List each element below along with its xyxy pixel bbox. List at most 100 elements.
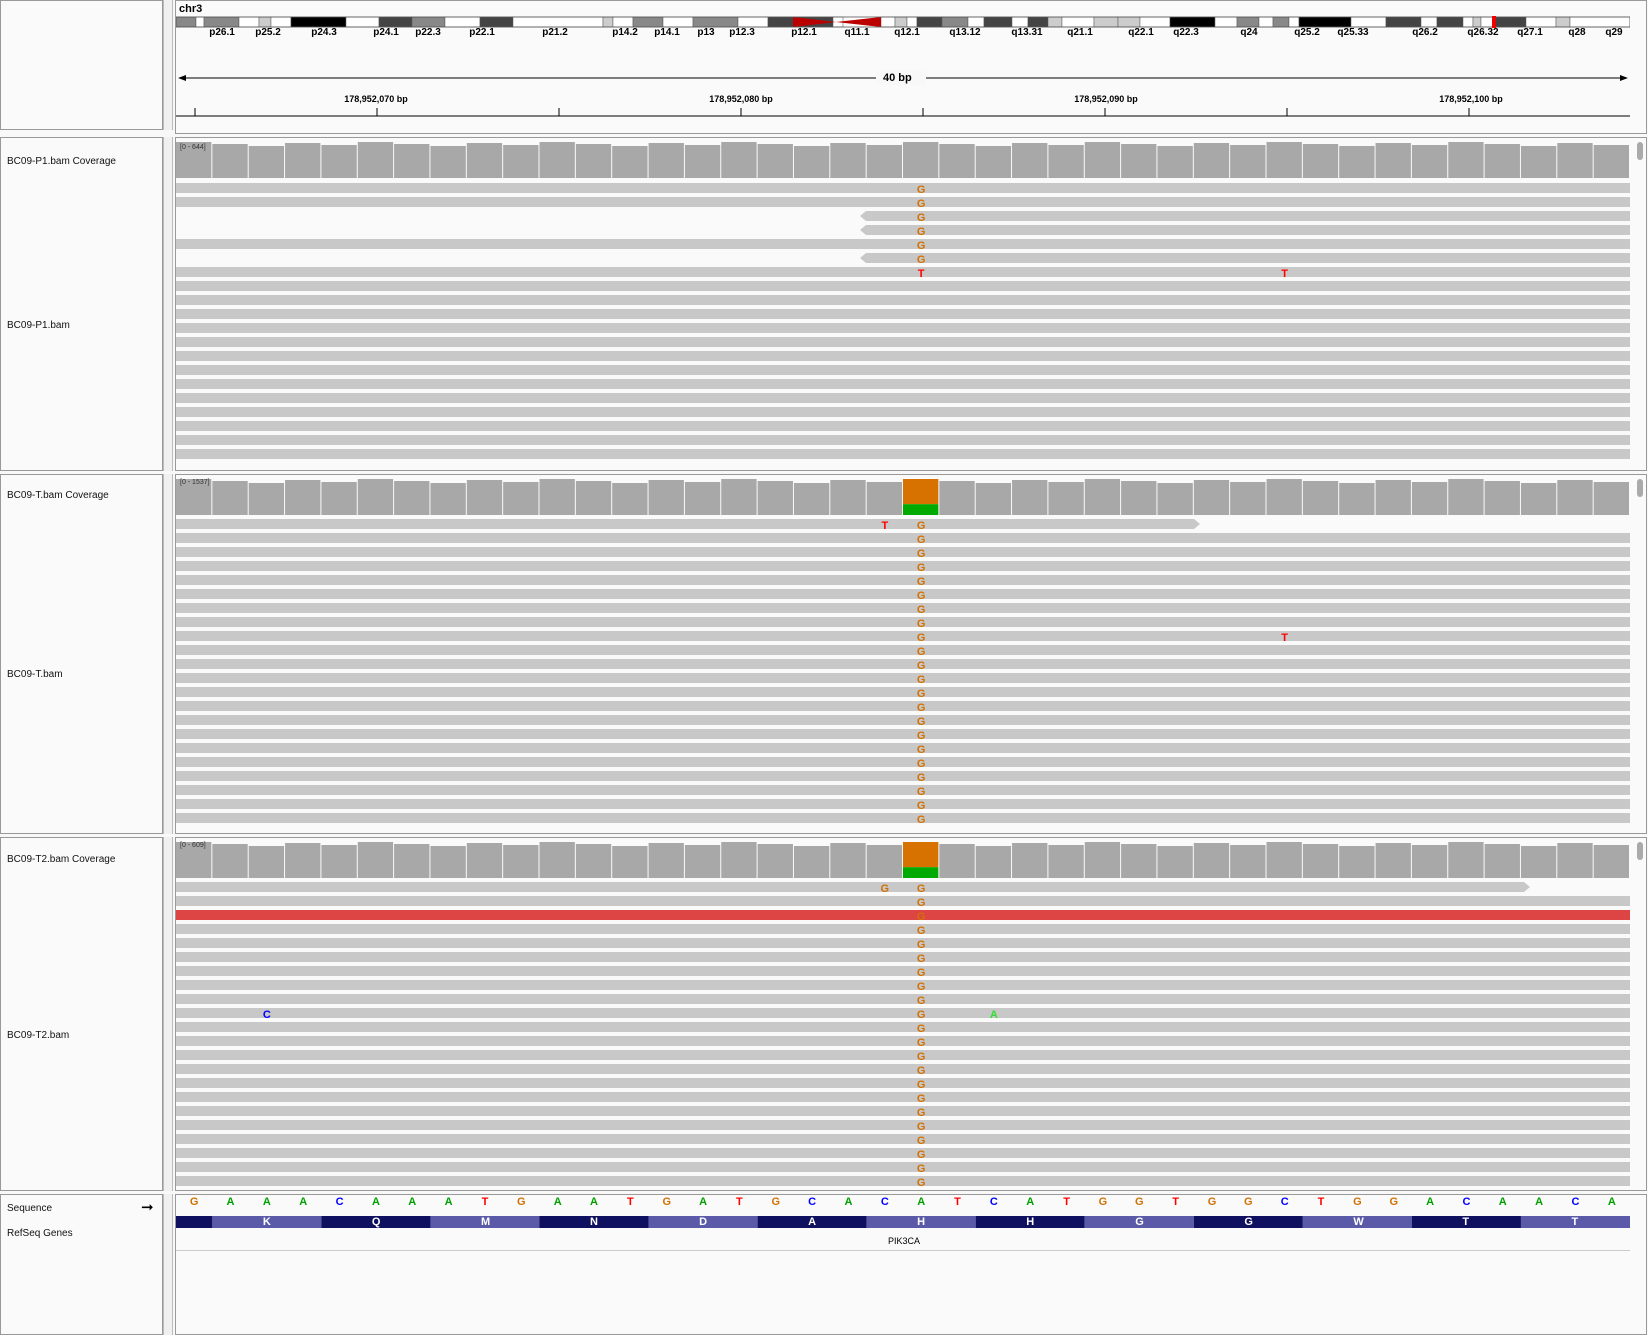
sequence-base: C: [1280, 1196, 1289, 1208]
strand-arrow-icon[interactable]: ➞: [141, 1198, 154, 1216]
band-label: q26.2: [1412, 27, 1438, 38]
header-divider[interactable]: [163, 0, 173, 130]
sequence-base: G: [1389, 1196, 1398, 1208]
track2-scrollbar[interactable]: [1637, 479, 1643, 497]
band-label: p25.2: [255, 27, 281, 38]
sequence-base: T: [954, 1196, 961, 1208]
svg-text:G: G: [917, 1163, 926, 1175]
svg-text:G: G: [917, 562, 926, 574]
track1-reads-label[interactable]: BC09-P1.bam: [7, 320, 70, 331]
svg-text:G: G: [917, 883, 926, 895]
sequence-base: A: [444, 1196, 453, 1208]
sequence-base: C: [335, 1196, 344, 1208]
feature-name-panel: Sequence ➞ RefSeq Genes: [0, 1194, 163, 1335]
svg-text:G: G: [917, 660, 926, 672]
svg-text:G: G: [917, 576, 926, 588]
svg-text:G: G: [917, 1023, 926, 1035]
band-label: p12.3: [729, 27, 755, 38]
track2-data-panel[interactable]: [0 - 1537] TGGGGGGGGGTGGGGGGGGGGGGG: [175, 474, 1647, 834]
sequence-base: G: [771, 1196, 781, 1208]
track1-coverage-label[interactable]: BC09-P1.bam Coverage: [7, 156, 116, 167]
svg-text:G: G: [917, 548, 926, 560]
band-label: p13: [697, 27, 715, 38]
svg-text:G: G: [917, 967, 926, 979]
sequence-base: C: [989, 1196, 998, 1208]
track3-reads-label[interactable]: BC09-T2.bam: [7, 1030, 69, 1041]
track1-divider[interactable]: [163, 137, 173, 471]
svg-text:G: G: [917, 618, 926, 630]
amino-acid: N: [590, 1216, 598, 1228]
gene-track-divider: [176, 1250, 1630, 1251]
sequence-base: T: [1063, 1196, 1070, 1208]
refseq-genes-label[interactable]: RefSeq Genes: [7, 1228, 73, 1239]
track1-reads: GGGGGGT T: [176, 183, 1630, 459]
band-label: q13.12: [949, 27, 981, 38]
band-label: p14.2: [612, 27, 638, 38]
track2-coverage: [176, 479, 1629, 515]
svg-text:G: G: [917, 981, 926, 993]
svg-text:G: G: [917, 590, 926, 602]
track3-name-panel: BC09-T2.bam Coverage BC09-T2.bam: [0, 837, 163, 1191]
sequence-base: T: [627, 1196, 634, 1208]
svg-text:A: A: [990, 1009, 998, 1021]
amino-acid: K: [262, 1216, 271, 1228]
amino-acid: M: [480, 1216, 491, 1228]
sequence-base: C: [808, 1196, 817, 1208]
sequence-label[interactable]: Sequence: [7, 1203, 52, 1214]
track3-scrollbar[interactable]: [1637, 842, 1643, 860]
amino-acid: A: [808, 1216, 817, 1228]
header-name-panel: [0, 0, 163, 130]
chromosome-name: chr3: [179, 3, 203, 15]
svg-text:G: G: [917, 800, 926, 812]
track2-divider[interactable]: [163, 474, 173, 834]
sequence-base: A: [917, 1196, 926, 1208]
band-label: q22.1: [1128, 27, 1154, 38]
sequence-base: G: [1244, 1196, 1253, 1208]
svg-text:G: G: [917, 939, 926, 951]
svg-text:G: G: [917, 1009, 926, 1021]
svg-text:G: G: [917, 198, 926, 210]
sequence-base: C: [880, 1196, 889, 1208]
track2-name-panel: BC09-T.bam Coverage BC09-T.bam: [0, 474, 163, 834]
ruler-label: 178,952,090 bp: [1074, 94, 1138, 104]
svg-text:G: G: [917, 1037, 926, 1049]
track2-reads-label[interactable]: BC09-T.bam: [7, 669, 63, 680]
svg-text:T: T: [881, 520, 888, 532]
track3-coverage-label[interactable]: BC09-T2.bam Coverage: [7, 854, 115, 865]
track1-name-panel: BC09-P1.bam Coverage BC09-P1.bam: [0, 137, 163, 471]
svg-text:G: G: [917, 674, 926, 686]
sequence-base: T: [736, 1196, 743, 1208]
sequence-base: A: [1026, 1196, 1035, 1208]
band-label: p12.1: [791, 27, 817, 38]
track1-data-panel[interactable]: [0 - 644] GGGGGGTT: [175, 137, 1647, 471]
band-label: q12.1: [894, 27, 920, 38]
band-label: q27.1: [1517, 27, 1543, 38]
svg-text:T: T: [1281, 632, 1288, 644]
svg-text:G: G: [917, 184, 926, 196]
sequence-base: G: [1353, 1196, 1362, 1208]
band-label: q26.32: [1467, 27, 1499, 38]
svg-text:G: G: [917, 925, 926, 937]
track3-divider[interactable]: [163, 837, 173, 1191]
feature-divider[interactable]: [163, 1194, 173, 1335]
sequence-base: C: [1462, 1196, 1471, 1208]
svg-text:G: G: [917, 995, 926, 1007]
band-label: q11.1: [844, 27, 870, 38]
svg-text:G: G: [917, 897, 926, 909]
track3-coverage: [176, 842, 1629, 878]
amino-acid: H: [917, 1216, 926, 1228]
amino-acid-row: KQMNDAHHGGWTT: [176, 1214, 1630, 1230]
amino-acid: T: [1571, 1216, 1579, 1228]
band-label: q28: [1568, 27, 1586, 38]
band-label: q21.1: [1067, 27, 1093, 38]
gene-name[interactable]: PIK3CA: [888, 1236, 920, 1246]
amino-acid: H: [1026, 1216, 1035, 1228]
track1-scrollbar[interactable]: [1637, 142, 1643, 160]
track3-data-panel[interactable]: [0 - 609] GGGGGGGGGGGCAGGGGGGGGGGGG: [175, 837, 1647, 1191]
band-label: p14.1: [654, 27, 680, 38]
sequence-base: A: [844, 1196, 853, 1208]
feature-data-panel[interactable]: GAAACAAATGAATGATGCACATCATGGTGGCTGGACAACA…: [175, 1194, 1647, 1335]
sequence-base: C: [1571, 1196, 1580, 1208]
track2-coverage-label[interactable]: BC09-T.bam Coverage: [7, 490, 109, 501]
band-label: q13.31: [1011, 27, 1043, 38]
